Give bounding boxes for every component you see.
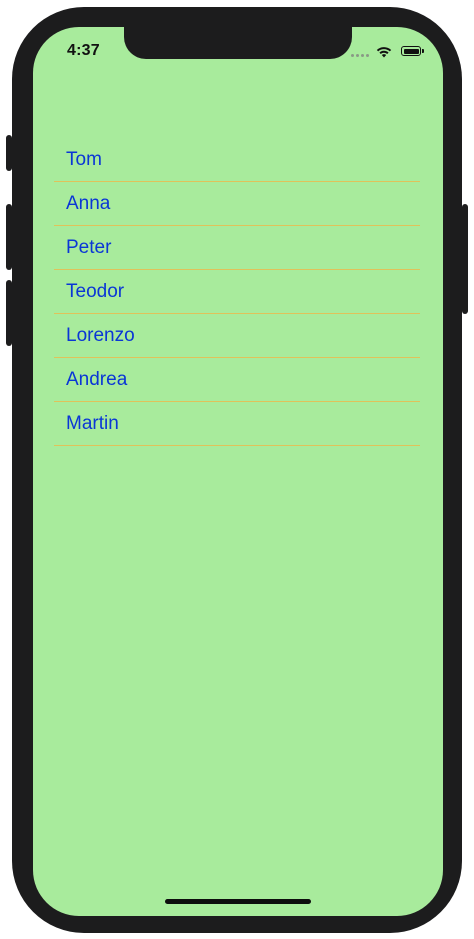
list-item-label: Tom <box>66 148 102 170</box>
volume-down-button <box>6 280 12 346</box>
list-item[interactable]: Andrea <box>54 358 420 402</box>
list-item[interactable]: Martin <box>54 402 420 446</box>
signal-icon <box>351 54 369 57</box>
list-item-label: Anna <box>66 192 111 214</box>
list-item[interactable]: Teodor <box>54 270 420 314</box>
battery-icon <box>401 46 421 56</box>
power-button <box>462 204 468 314</box>
list-item-label: Andrea <box>66 368 128 390</box>
wifi-icon <box>376 45 392 63</box>
list-item[interactable]: Anna <box>54 182 420 226</box>
app-screen: 4:37 Tom Anna Peter Teodor Lorenzo Andre… <box>33 27 443 916</box>
mute-switch <box>6 135 12 171</box>
status-time: 4:37 <box>67 42 100 59</box>
list-item[interactable]: Lorenzo <box>54 314 420 358</box>
notch <box>124 27 352 59</box>
battery-tip <box>422 49 424 53</box>
names-list: Tom Anna Peter Teodor Lorenzo Andrea Mar… <box>54 138 420 446</box>
list-item-label: Teodor <box>66 280 125 302</box>
home-indicator[interactable] <box>165 899 311 904</box>
list-item-label: Martin <box>66 412 119 434</box>
list-item[interactable]: Peter <box>54 226 420 270</box>
volume-up-button <box>6 204 12 270</box>
list-item[interactable]: Tom <box>54 138 420 182</box>
list-item-label: Peter <box>66 236 112 258</box>
list-item-label: Lorenzo <box>66 324 135 346</box>
